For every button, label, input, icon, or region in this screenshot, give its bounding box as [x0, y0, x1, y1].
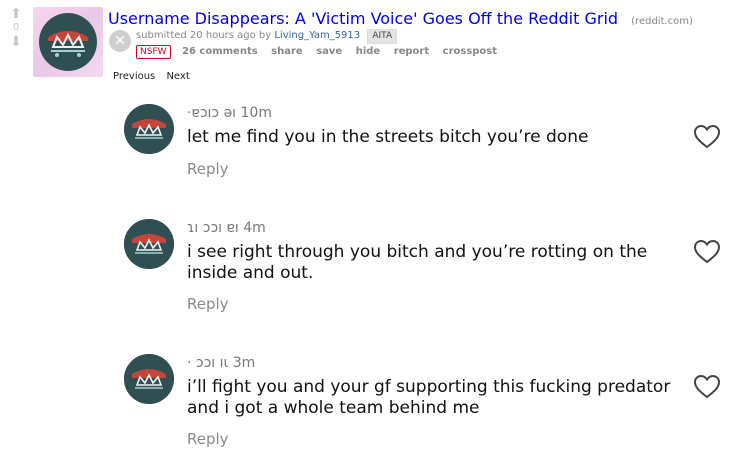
avatar[interactable] [124, 354, 174, 404]
flair-badge: AITA [367, 29, 398, 44]
up-arrow-icon[interactable]: ⬆ [6, 7, 26, 21]
comment-text: i’ll fight you and your gf supporting th… [187, 377, 671, 418]
post-entry: ⬆ 0 ⬇ Username Disappears: A 'Victim Voi… [0, 0, 735, 90]
save-button[interactable]: save [316, 46, 342, 57]
crosspost-button[interactable]: crosspost [443, 46, 497, 57]
reply-button[interactable]: Reply [187, 430, 229, 448]
comment-text: let me find you in the streets bitch you… [187, 127, 589, 147]
comment-meta: · ɔɔı ıɩ 3m [187, 355, 256, 371]
nsfw-badge: NSFW [136, 45, 171, 59]
report-button[interactable]: report [394, 46, 429, 57]
comments-link[interactable]: 26 comments [182, 46, 258, 57]
heart-icon[interactable] [693, 124, 721, 150]
avatar[interactable] [124, 104, 174, 154]
next-link[interactable]: Next [166, 71, 189, 82]
previous-link[interactable]: Previous [113, 71, 155, 82]
pagination: Previous Next [113, 71, 198, 82]
post-tagline: submitted 20 hours ago by Living_Yam_591… [136, 29, 398, 44]
author-link[interactable]: Living_Yam_5913 [274, 30, 360, 41]
comment-meta: ·ɐɔıɔ ǝı 10m [187, 105, 272, 121]
post-buttons: NSFW 26 comments share save hide report … [136, 45, 507, 59]
comment-item: ɿı ɔɔı ɐı 4m i see right through you bit… [110, 215, 730, 325]
comment-meta: ɿı ɔɔı ɐı 4m [187, 220, 266, 236]
submitted-text: submitted 20 hours ago by [136, 30, 272, 41]
comment-item: ·ɐɔıɔ ǝı 10m let me find you in the stre… [110, 100, 730, 210]
comment-item: · ɔɔı ıɩ 3m i’ll fight you and your gf s… [110, 350, 730, 460]
heart-icon[interactable] [693, 374, 721, 400]
post-domain[interactable]: (reddit.com) [631, 16, 693, 27]
share-button[interactable]: share [271, 46, 303, 57]
hide-button[interactable]: hide [356, 46, 381, 57]
reply-button[interactable]: Reply [187, 295, 229, 313]
avatar[interactable] [124, 219, 174, 269]
reply-button[interactable]: Reply [187, 160, 229, 178]
heart-icon[interactable] [693, 239, 721, 265]
comment-text: i see right through you bitch and you’re… [187, 242, 648, 283]
post-title[interactable]: Username Disappears: A 'Victim Voice' Go… [108, 9, 618, 28]
down-arrow-icon[interactable]: ⬇ [6, 35, 26, 49]
post-title-row: Username Disappears: A 'Victim Voice' Go… [108, 9, 693, 28]
close-icon[interactable]: ✕ [109, 30, 131, 52]
vote-widget: ⬆ 0 ⬇ [6, 7, 26, 49]
post-thumbnail[interactable] [33, 7, 103, 77]
